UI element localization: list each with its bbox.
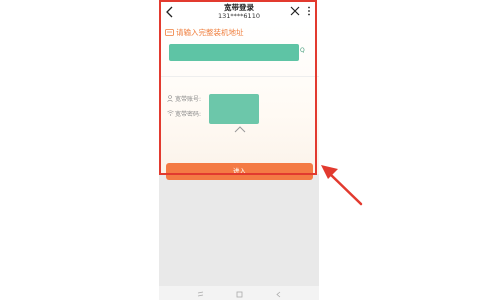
user-icon [167,95,173,102]
chevron-left-icon[interactable] [165,6,175,18]
password-label: 宽带密码: [175,111,202,118]
account-number: 131****6110 [218,12,260,20]
menu-icon[interactable] [197,291,204,298]
chevron-up-icon[interactable] [234,125,246,133]
phone-screen: 宽带登录 131****6110 请输入完整装机地址 Q 宽带账号: 宽带密码:… [159,0,319,300]
credential-input[interactable] [209,94,259,124]
more-vertical-icon[interactable] [307,6,311,16]
address-input[interactable] [169,44,299,61]
pointer-arrow-icon [321,165,363,206]
account-label: 宽带账号: [175,96,202,103]
background-left [0,0,159,300]
address-prompt: 请输入完整装机地址 [176,28,244,37]
login-form: 请输入完整装机地址 Q 宽带账号: 宽带密码: 进入 [159,24,319,180]
home-icon[interactable] [236,291,243,298]
wifi-icon [167,110,174,116]
address-dropdown-indicator[interactable]: Q [300,47,305,54]
enter-button[interactable]: 进入 [166,163,313,180]
system-nav-bar [159,286,319,300]
divider [159,76,319,77]
address-card-icon [165,29,174,36]
close-icon[interactable] [290,6,300,16]
back-icon[interactable] [275,291,282,298]
header-bar: 宽带登录 131****6110 [159,0,319,24]
